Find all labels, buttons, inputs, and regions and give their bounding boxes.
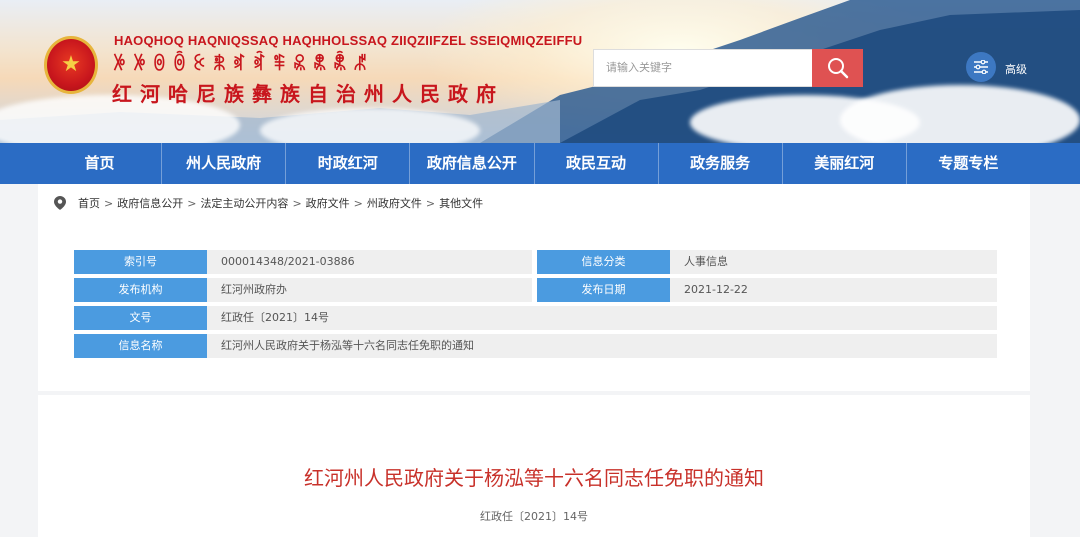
breadcrumb-separator: > [292, 196, 302, 210]
nav-item-beautiful-honghe[interactable]: 美丽红河 [783, 143, 907, 184]
meta-row-docno: 文号 红政任〔2021〕14号 [74, 306, 997, 330]
meta-value: 红河州政府办 [221, 283, 287, 296]
site-title[interactable]: 红河哈尼族彝族自治州人民政府 [112, 78, 504, 107]
nav-item-home[interactable]: 首页 [38, 143, 163, 184]
info-card: 首页 > 政府信息公开 > 法定主动公开内容 > 政府文件 > 州政府文件 > … [38, 184, 1030, 391]
nav-item-services[interactable]: 政务服务 [659, 143, 783, 184]
header-banner: ★ HAOQHOQ HAQNIQSSAQ HAQHHOLSSAQ ZIIQZII… [0, 0, 1080, 143]
main-nav: 首页 州人民政府 时政红河 政府信息公开 政民互动 政务服务 美丽红河 专题专栏 [0, 143, 1080, 184]
meta-value: 红政任〔2021〕14号 [221, 311, 329, 324]
meta-row-date: 发布日期 2021-12-22 [537, 278, 997, 302]
breadcrumb-item[interactable]: 其他文件 [439, 195, 483, 211]
nav-item-government[interactable]: 州人民政府 [162, 143, 287, 184]
breadcrumb: 首页 > 政府信息公开 > 法定主动公开内容 > 政府文件 > 州政府文件 > … [54, 195, 483, 211]
nav-item-info-disclosure[interactable]: 政府信息公开 [410, 143, 535, 184]
meta-label: 信息分类 [537, 250, 670, 274]
article-title: 红河州人民政府关于杨泓等十六名同志任免职的通知 [304, 466, 764, 490]
breadcrumb-item[interactable]: 州政府文件 [367, 195, 422, 211]
site-title-yi: ꉼꉼꉻꉺꉹꉸꉷꉶꉵꉴꉳꉲꉱ [112, 54, 373, 75]
meta-label: 索引号 [74, 250, 207, 274]
location-pin-icon [54, 196, 66, 210]
national-emblem-icon: ★ [44, 36, 98, 94]
advanced-search-button[interactable] [966, 52, 996, 82]
breadcrumb-separator: > [425, 196, 436, 210]
meta-row-publisher: 发布机构 红河州政府办 [74, 278, 532, 302]
meta-label: 发布机构 [74, 278, 207, 302]
meta-value: 2021-12-22 [684, 283, 748, 296]
article-doc-number: 红政任〔2021〕14号 [480, 510, 588, 523]
nav-item-interaction[interactable]: 政民互动 [535, 143, 659, 184]
advanced-search-label[interactable]: 高级 [1005, 61, 1027, 77]
nav-item-topics[interactable]: 专题专栏 [907, 143, 1030, 184]
breadcrumb-item[interactable]: 政府文件 [306, 195, 350, 211]
meta-value: 000014348/2021-03886 [221, 255, 355, 268]
meta-value: 红河州人民政府关于杨泓等十六名同志任免职的通知 [221, 339, 474, 352]
site-title-latin: HAOQHOQ HAQNIQSSAQ HAQHHOLSSAQ ZIIQZIIFZ… [114, 33, 583, 48]
settings-sliders-icon [974, 60, 988, 74]
search-input[interactable]: 请输入关键字 [593, 49, 813, 87]
meta-row-name: 信息名称 红河州人民政府关于杨泓等十六名同志任免职的通知 [74, 334, 997, 358]
breadcrumb-separator: > [353, 196, 363, 210]
breadcrumb-separator: > [187, 196, 197, 210]
breadcrumb-item[interactable]: 首页 [78, 195, 100, 211]
meta-label: 文号 [74, 306, 207, 330]
meta-row-index: 索引号 000014348/2021-03886 [74, 250, 532, 274]
meta-value: 人事信息 [684, 255, 728, 268]
breadcrumb-item[interactable]: 法定主动公开内容 [200, 195, 288, 211]
breadcrumb-separator: > [104, 196, 114, 210]
search-button[interactable] [812, 49, 863, 87]
article-card: 红河州人民政府关于杨泓等十六名同志任免职的通知 红政任〔2021〕14号 [38, 395, 1030, 537]
meta-row-category: 信息分类 人事信息 [537, 250, 997, 274]
breadcrumb-item[interactable]: 政府信息公开 [117, 195, 183, 211]
meta-label: 发布日期 [537, 278, 670, 302]
nav-item-news[interactable]: 时政红河 [286, 143, 411, 184]
search-icon [827, 58, 848, 79]
meta-label: 信息名称 [74, 334, 207, 358]
